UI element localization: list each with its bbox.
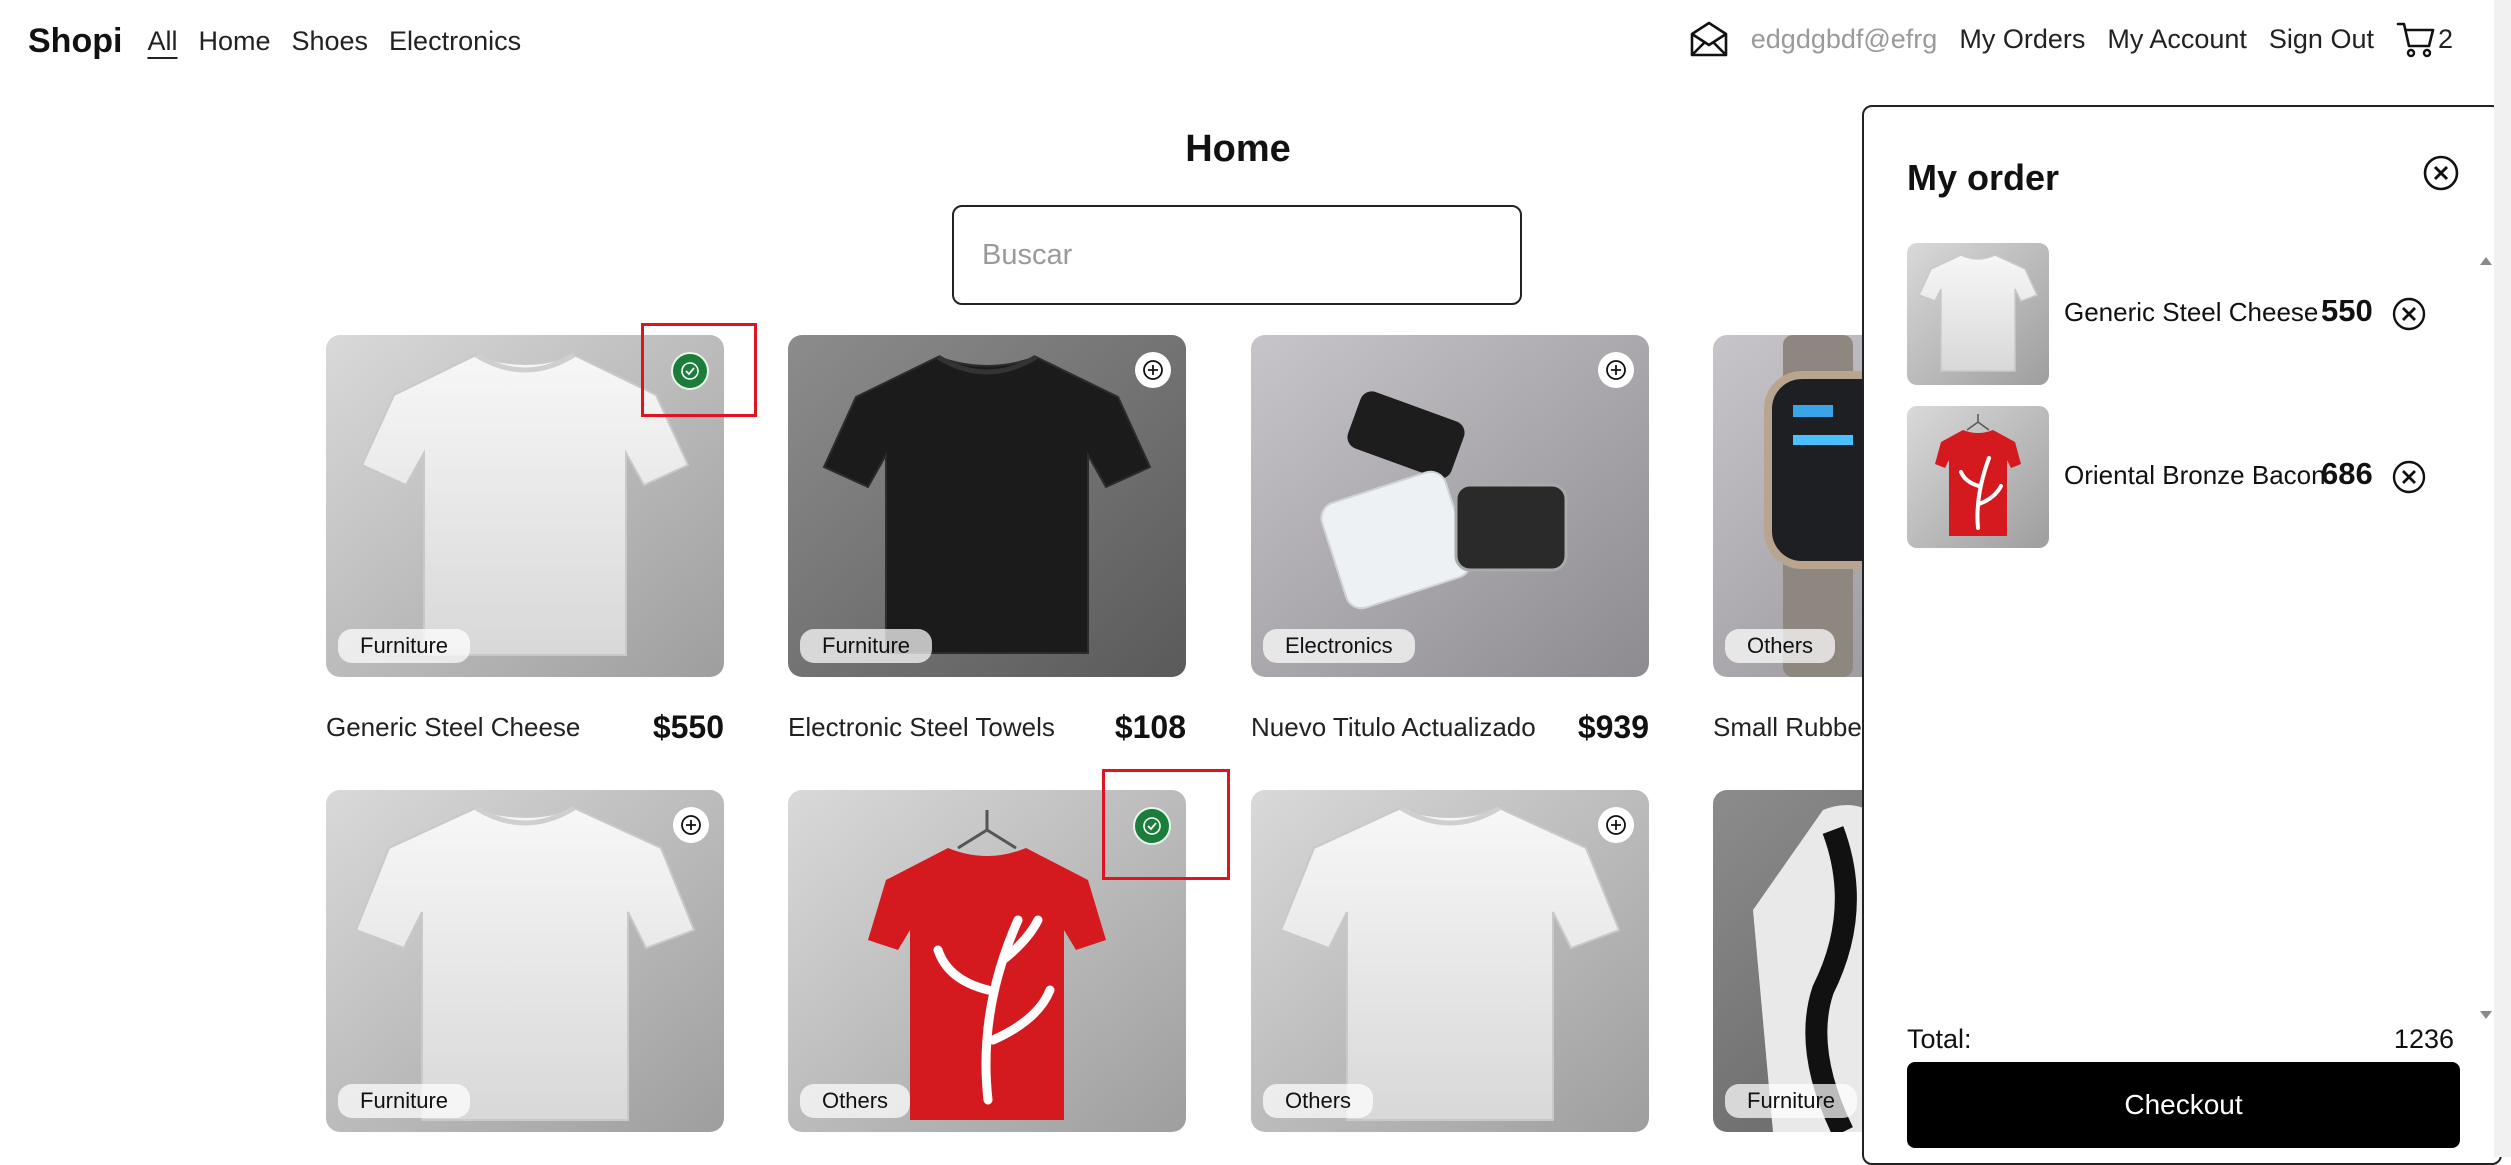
nav-link-all[interactable]: All — [147, 26, 177, 57]
shopping-cart-icon — [2396, 20, 2436, 58]
order-item: Generic Steel Cheese 550 — [1907, 243, 2457, 385]
order-item: Oriental Bronze Bacon 686 — [1907, 406, 2457, 548]
product-image[interactable]: Furniture — [326, 790, 724, 1132]
x-circle-icon — [2423, 155, 2459, 191]
remove-item-button[interactable] — [2391, 296, 2427, 337]
close-panel-button[interactable] — [2422, 154, 2460, 197]
order-item-name: Oriental Bronze Bacon — [2064, 460, 2326, 490]
plus-circle-icon — [681, 815, 701, 835]
product-card[interactable]: Others — [1251, 790, 1649, 1132]
category-badge: Furniture — [338, 629, 471, 663]
nav-link-electronics[interactable]: Electronics — [389, 26, 521, 57]
add-to-cart-button[interactable] — [673, 807, 709, 843]
page-scrollbar[interactable] — [2494, 0, 2511, 1157]
scroll-down-arrow-icon[interactable] — [2480, 1011, 2492, 1019]
order-item-name: Generic Steel Cheese — [2064, 297, 2319, 327]
highlight-box — [641, 323, 757, 417]
x-circle-icon — [2392, 297, 2426, 331]
tshirt-image — [326, 790, 724, 1132]
category-badge: Others — [1725, 629, 1836, 663]
product-image[interactable]: Furniture — [788, 335, 1186, 677]
nav-link-my-account[interactable]: My Account — [2107, 24, 2247, 55]
phones-image — [1251, 335, 1649, 677]
sign-out-link[interactable]: Sign Out — [2269, 24, 2374, 55]
product-card[interactable]: Electronics Nuevo Titulo Actualizado $93… — [1251, 335, 1649, 747]
product-name: Electronic Steel Towels — [788, 711, 1055, 742]
tshirt-image — [1251, 790, 1649, 1132]
product-name: Nuevo Titulo Actualizado — [1251, 711, 1536, 742]
add-to-cart-button[interactable] — [1598, 807, 1634, 843]
remove-item-button[interactable] — [2391, 459, 2427, 500]
product-card[interactable]: Furniture — [326, 790, 724, 1132]
product-name: Small Rubber — [1713, 711, 1871, 742]
checkout-button[interactable]: Checkout — [1907, 1062, 2460, 1148]
product-card[interactable]: Furniture Electronic Steel Towels $108 — [788, 335, 1186, 747]
category-badge: Furniture — [800, 629, 933, 663]
order-item-thumbnail — [1907, 406, 2049, 548]
plus-circle-icon — [1606, 360, 1626, 380]
scroll-up-arrow-icon[interactable] — [2480, 257, 2492, 265]
panel-title: My order — [1907, 157, 2060, 198]
x-circle-icon — [2392, 460, 2426, 494]
order-side-panel: My order Generic Steel Cheese 550 Orient… — [1862, 105, 2502, 1165]
order-item-price: 550 — [2321, 293, 2373, 328]
add-to-cart-button[interactable] — [1598, 352, 1634, 388]
category-badge: Others — [800, 1084, 911, 1118]
category-badge: Electronics — [1263, 629, 1415, 663]
product-image[interactable]: Others — [1251, 790, 1649, 1132]
total-label: Total: — [1907, 1024, 1972, 1054]
tshirt-image — [788, 335, 1186, 677]
cart-button[interactable]: 2 — [2396, 20, 2453, 58]
product-image[interactable]: Electronics — [1251, 335, 1649, 677]
category-badge: Others — [1263, 1084, 1374, 1118]
product-price: $108 — [1114, 708, 1186, 745]
navbar: Shopi All Home Shoes Electronics edgdgbd… — [0, 0, 2511, 92]
product-info: Generic Steel Cheese $550 — [326, 707, 724, 747]
product-info: Nuevo Titulo Actualizado $939 — [1251, 707, 1649, 747]
order-item-price: 686 — [2321, 456, 2373, 491]
order-item-thumbnail — [1907, 243, 2049, 385]
cart-count: 2 — [2437, 23, 2453, 54]
nav-link-my-orders[interactable]: My Orders — [1959, 24, 2085, 55]
nav-link-home[interactable]: Home — [198, 26, 270, 57]
envelope-open-icon — [1689, 20, 1729, 58]
add-to-cart-button[interactable] — [1135, 352, 1171, 388]
nav-right: edgdgbdf@efrg My Orders My Account Sign … — [1689, 20, 2453, 58]
plus-circle-icon — [1606, 815, 1626, 835]
plus-circle-icon — [1143, 360, 1163, 380]
nav-left: Shopi All Home Shoes Electronics — [28, 22, 521, 61]
product-price: $939 — [1577, 708, 1649, 745]
product-name: Generic Steel Cheese — [326, 711, 581, 742]
category-badge: Furniture — [338, 1084, 471, 1118]
search-input[interactable] — [952, 205, 1522, 305]
highlight-box — [1102, 769, 1230, 880]
brand-logo[interactable]: Shopi — [28, 22, 122, 61]
total-value: 1236 — [2393, 1024, 2454, 1054]
product-price: $550 — [652, 708, 724, 745]
category-badge: Furniture — [1725, 1084, 1858, 1118]
product-info: Electronic Steel Towels $108 — [788, 707, 1186, 747]
nav-link-shoes[interactable]: Shoes — [291, 26, 368, 57]
user-email: edgdgbdf@efrg — [1750, 23, 1938, 54]
